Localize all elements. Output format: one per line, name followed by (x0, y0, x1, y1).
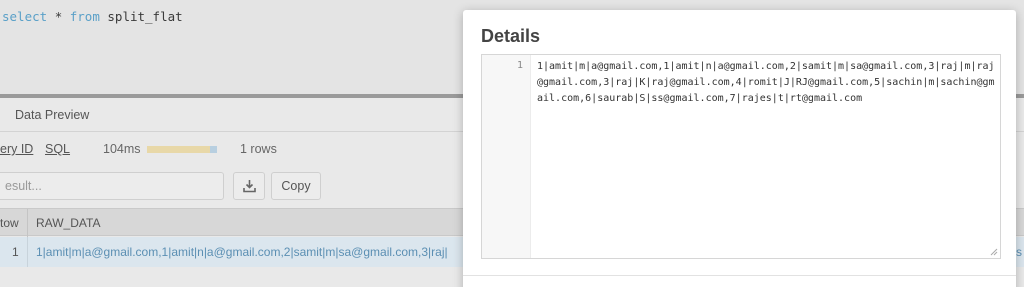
keyword-select: select (2, 9, 48, 24)
raw-data-cell[interactable]: 1|amit|m|a@gmail.com,1|amit|n|a@gmail.co… (36, 245, 448, 259)
query-id-link[interactable]: ery ID (0, 142, 33, 156)
copy-button[interactable]: Copy (271, 172, 321, 200)
download-button[interactable] (233, 172, 265, 200)
keyword-from: from (69, 9, 100, 24)
column-divider[interactable] (27, 209, 28, 237)
sql-link[interactable]: SQL (45, 142, 70, 156)
column-header-raw-data[interactable]: RAW_DATA (36, 216, 100, 230)
line-gutter: 1 (482, 55, 531, 258)
resize-grip-icon[interactable] (990, 248, 998, 256)
filter-results-input[interactable] (0, 172, 224, 200)
query-duration: 104ms (103, 142, 141, 156)
modal-title: Details (481, 26, 541, 46)
code-line: select * from split_flat (2, 9, 183, 24)
table-name: split_flat (107, 9, 183, 24)
download-icon (243, 180, 256, 193)
duration-bar (147, 146, 217, 153)
details-modal: Details 1 1|amit|m|a@gmail.com,1|amit|n|… (463, 10, 1016, 287)
details-editor[interactable]: 1 1|amit|m|a@gmail.com,1|amit|n|a@gmail.… (481, 54, 1001, 259)
tab-data-preview[interactable]: Data Preview (15, 108, 89, 122)
line-number: 1 (516, 60, 523, 71)
row-right-text: s (1016, 245, 1022, 259)
rows-count: 1 rows (240, 142, 277, 156)
duration-bar-segment (210, 146, 217, 153)
operator-star: * (54, 9, 63, 24)
details-content[interactable]: 1|amit|m|a@gmail.com,1|amit|n|a@gmail.co… (537, 59, 999, 107)
modal-divider (463, 275, 1016, 276)
row-number: 1 (12, 245, 19, 259)
column-header-row[interactable]: tow (0, 216, 19, 230)
row-divider (27, 237, 28, 267)
